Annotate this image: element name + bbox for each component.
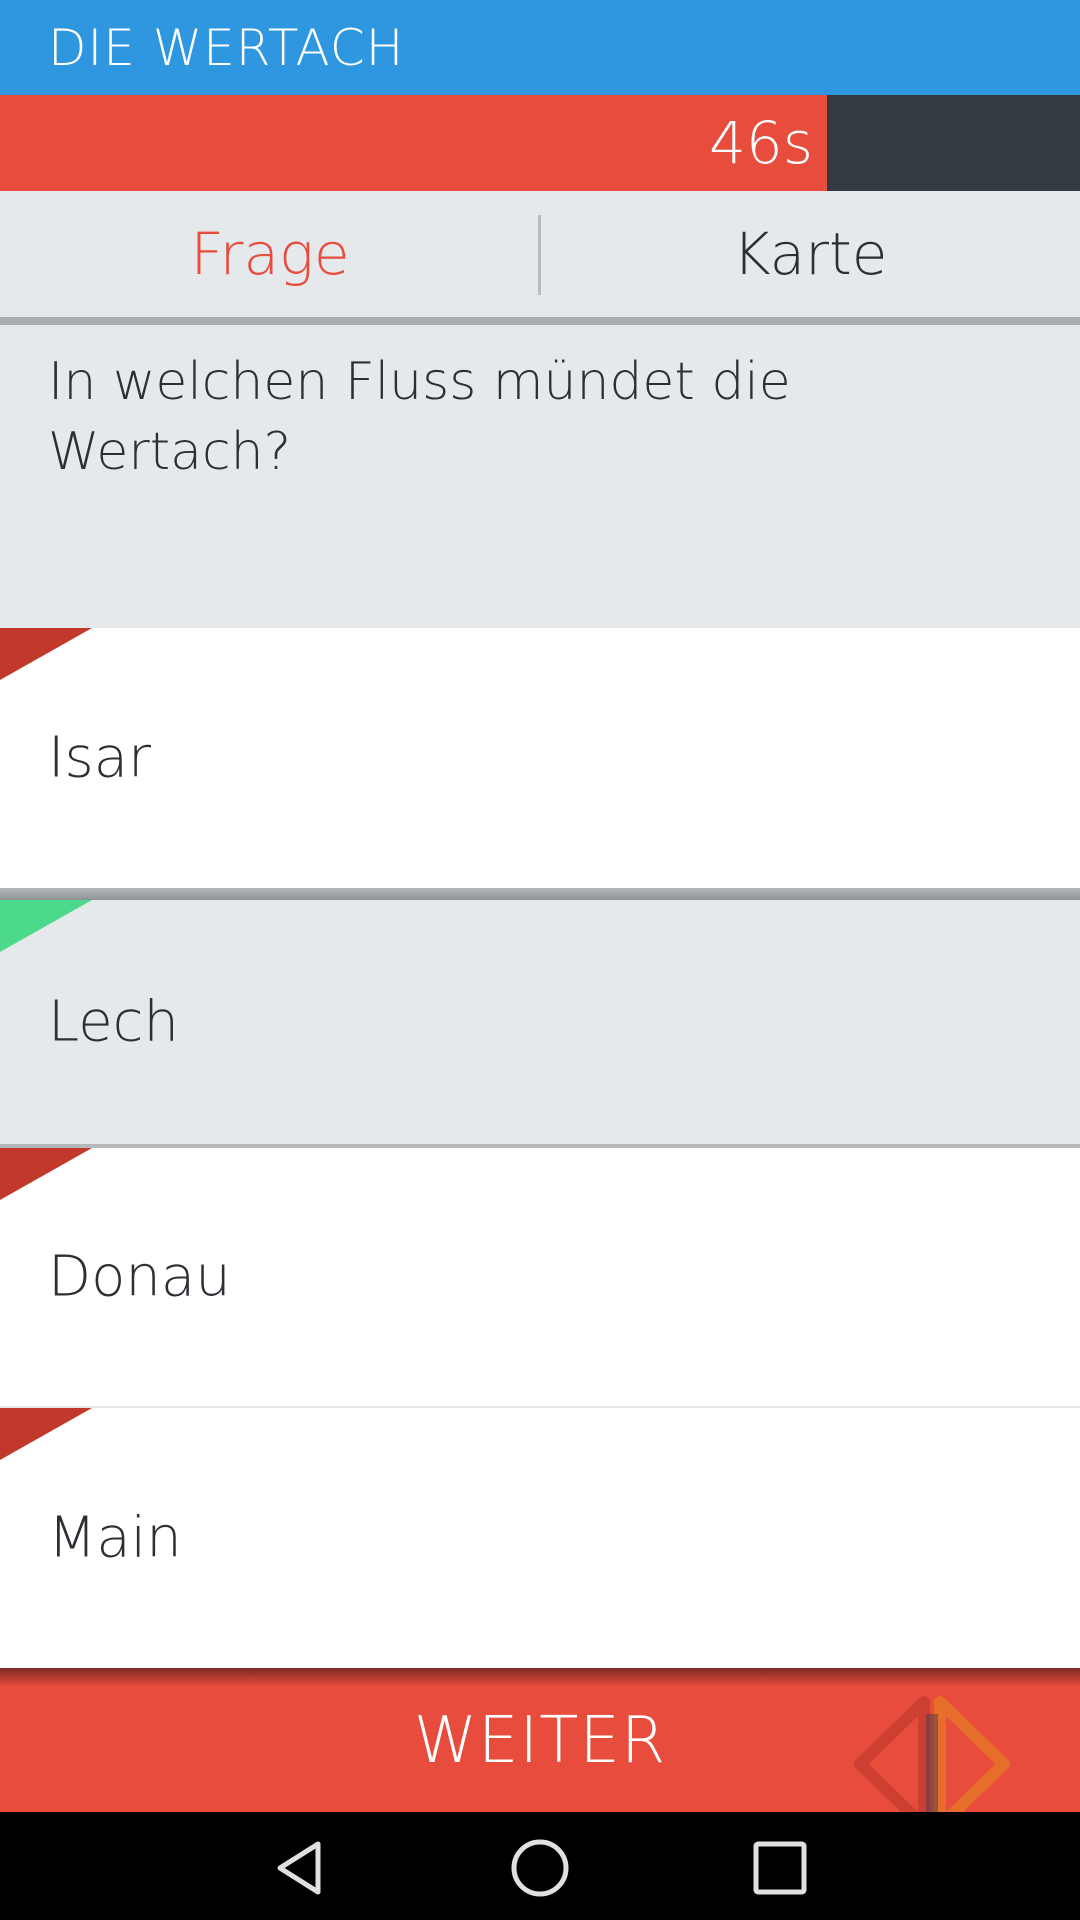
weiter-button[interactable]: WEITER bbox=[0, 1668, 1080, 1834]
back-icon[interactable] bbox=[268, 1836, 332, 1900]
tab-divider bbox=[538, 215, 541, 295]
app-bar: DIE WERTACH bbox=[0, 0, 1080, 95]
correct-marker-icon bbox=[0, 900, 92, 952]
home-icon[interactable] bbox=[508, 1836, 572, 1900]
incorrect-marker-icon bbox=[0, 628, 92, 680]
page-title: DIE WERTACH bbox=[48, 19, 405, 77]
question-text: In welchen Fluss mündet die Wertach? bbox=[48, 352, 791, 482]
incorrect-marker-icon bbox=[0, 1148, 92, 1200]
timer-label: 46s bbox=[708, 109, 813, 177]
button-shadow bbox=[0, 1668, 1080, 1686]
tab-frage[interactable]: Frage bbox=[0, 191, 540, 317]
timer-progress-fill: 46s bbox=[0, 95, 827, 191]
incorrect-marker-icon bbox=[0, 1408, 92, 1460]
answer-option-isar[interactable]: Isar bbox=[0, 628, 1080, 888]
answer-option-lech[interactable]: Lech bbox=[0, 900, 1080, 1144]
answer-label: Lech bbox=[48, 989, 179, 1055]
question-panel: In welchen Fluss mündet die Wertach? bbox=[0, 325, 1080, 628]
answer-option-donau[interactable]: Donau bbox=[0, 1148, 1080, 1406]
divider bbox=[0, 888, 1080, 900]
tab-karte[interactable]: Karte bbox=[540, 191, 1080, 317]
recents-icon[interactable] bbox=[748, 1836, 812, 1900]
answer-label: Donau bbox=[48, 1244, 231, 1310]
tab-bar: Frage Karte bbox=[0, 191, 1080, 317]
system-nav-bar bbox=[0, 1812, 1080, 1920]
answer-label: Isar bbox=[48, 725, 152, 791]
timer-bar: 46s bbox=[0, 95, 1080, 191]
tab-bar-border bbox=[0, 317, 1080, 325]
answer-option-main[interactable]: Main bbox=[0, 1408, 1080, 1668]
answer-label: Main bbox=[48, 1505, 182, 1571]
